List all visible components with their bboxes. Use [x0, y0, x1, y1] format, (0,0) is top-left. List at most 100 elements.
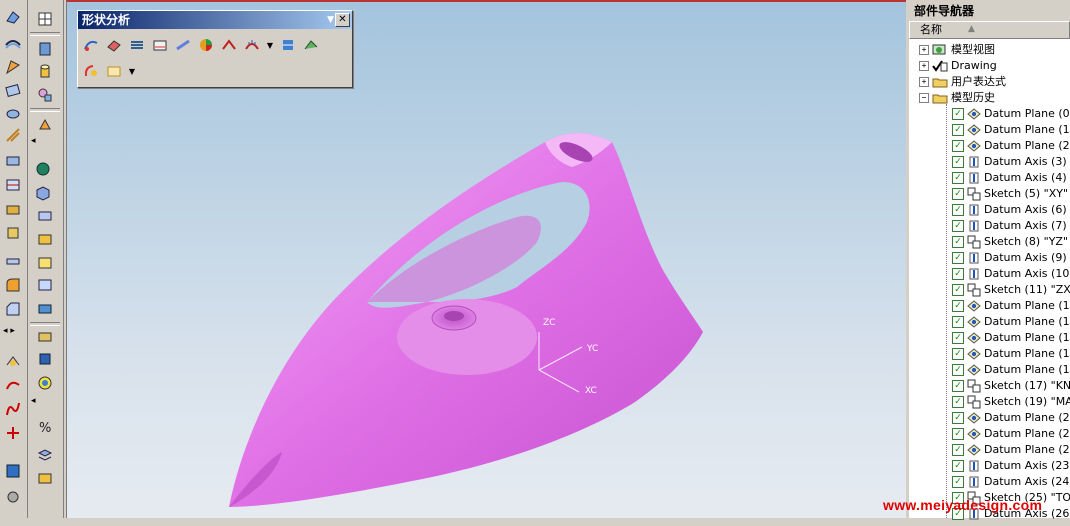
through-curves-icon[interactable]: [4, 34, 22, 52]
tree-node[interactable]: + 用户表达式: [919, 74, 1006, 90]
swept-icon[interactable]: [4, 58, 22, 76]
history-item[interactable]: ✓ Datum Plane (15): [952, 346, 1070, 362]
history-item[interactable]: ✓ Datum Plane (20): [952, 410, 1070, 426]
visibility-checkbox[interactable]: ✓: [952, 108, 964, 120]
visibility-checkbox[interactable]: ✓: [952, 172, 964, 184]
face-curvature-icon[interactable]: [151, 36, 169, 54]
visibility-checkbox[interactable]: ✓: [952, 348, 964, 360]
visibility-checkbox[interactable]: ✓: [952, 204, 964, 216]
patch-icon[interactable]: [4, 224, 22, 242]
reflection-icon[interactable]: [174, 36, 192, 54]
history-item[interactable]: ✓ Sketch (19) "MAIN: [952, 394, 1070, 410]
visibility-checkbox[interactable]: ✓: [952, 460, 964, 472]
visibility-checkbox[interactable]: ✓: [952, 284, 964, 296]
visibility-checkbox[interactable]: ✓: [952, 476, 964, 488]
toolbar-overflow-chevron-icon[interactable]: ◂ ▸: [3, 326, 15, 336]
visibility-checkbox[interactable]: ✓: [952, 364, 964, 376]
history-item[interactable]: ✓ Sketch (17) "KNOB: [952, 378, 1070, 394]
dropdown-arrow-icon[interactable]: ▼: [266, 36, 274, 54]
visibility-checkbox[interactable]: ✓: [952, 268, 964, 280]
history-item[interactable]: ✓ Datum Axis (3): [952, 154, 1067, 170]
section-curve-icon[interactable]: [4, 352, 22, 370]
analysis-display-icon[interactable]: [105, 62, 123, 80]
column-header-name[interactable]: 名称 ▲: [909, 21, 1070, 39]
book-icon[interactable]: [36, 40, 54, 58]
expand-icon[interactable]: +: [919, 45, 929, 55]
layout-icon[interactable]: [36, 10, 54, 28]
visibility-checkbox[interactable]: ✓: [952, 444, 964, 456]
trim-sheet-icon[interactable]: [4, 176, 22, 194]
visibility-checkbox[interactable]: ✓: [952, 412, 964, 424]
history-item[interactable]: ✓ Datum Plane (14): [952, 330, 1070, 346]
ruled-icon[interactable]: [4, 82, 22, 100]
history-item[interactable]: ✓ Datum Axis (4): [952, 170, 1067, 186]
slope-analysis-icon[interactable]: [220, 36, 238, 54]
extrude-icon[interactable]: [36, 116, 54, 134]
history-item[interactable]: ✓ Datum Plane (16): [952, 362, 1070, 378]
history-item[interactable]: ✓ Sketch (11) "ZX": [952, 282, 1070, 298]
unite-icon[interactable]: [36, 230, 54, 248]
history-item[interactable]: ✓ Datum Plane (2): [952, 138, 1070, 154]
collapse-icon[interactable]: −: [919, 93, 929, 103]
visibility-checkbox[interactable]: ✓: [952, 252, 964, 264]
history-item[interactable]: ✓ Sketch (8) "YZ": [952, 234, 1068, 250]
spline-icon[interactable]: [4, 400, 22, 418]
expand-icon[interactable]: +: [919, 77, 929, 87]
intersect-icon[interactable]: [36, 254, 54, 272]
chamfer-icon[interactable]: [4, 300, 22, 318]
toolbar-titlebar[interactable]: 形状分析 ▼ ✕: [78, 11, 352, 29]
blend-icon[interactable]: [4, 276, 22, 294]
tree-node[interactable]: − 模型历史: [919, 90, 995, 106]
visibility-checkbox[interactable]: ✓: [952, 316, 964, 328]
surface-icon[interactable]: [4, 8, 22, 26]
history-item[interactable]: ✓ Datum Plane (21): [952, 426, 1070, 442]
visibility-checkbox[interactable]: ✓: [952, 188, 964, 200]
tree-node[interactable]: + 模型视图: [919, 42, 995, 58]
layer-icon[interactable]: [36, 446, 54, 464]
distance-analysis-icon[interactable]: [279, 36, 297, 54]
visibility-checkbox[interactable]: ✓: [952, 332, 964, 344]
percent-icon[interactable]: %: [36, 418, 54, 436]
color-map-icon[interactable]: [197, 36, 215, 54]
history-item[interactable]: ✓ Datum Plane (12): [952, 298, 1070, 314]
part-navigator[interactable]: 部件导航器 名称 ▲ + 模型视图 + Drawing + 用户表达式 − 模型历史 ✓ Datum…: [906, 0, 1070, 520]
surface-analysis-icon[interactable]: [105, 36, 123, 54]
toolbar-overflow-chevron-icon[interactable]: ◂: [31, 136, 36, 146]
visibility-checkbox[interactable]: ✓: [952, 140, 964, 152]
curve-tool-icon[interactable]: [4, 376, 22, 394]
curve-analysis-icon[interactable]: [82, 36, 100, 54]
visibility-checkbox[interactable]: ✓: [952, 380, 964, 392]
analysis-settings-icon[interactable]: [82, 62, 100, 80]
hollow-icon[interactable]: [36, 276, 54, 294]
history-item[interactable]: ✓ Datum Axis (6): [952, 202, 1067, 218]
visibility-checkbox[interactable]: ✓: [952, 124, 964, 136]
deviation-icon[interactable]: [302, 36, 320, 54]
visibility-checkbox[interactable]: ✓: [952, 220, 964, 232]
pattern-icon[interactable]: [36, 300, 54, 318]
subtract-icon[interactable]: [36, 206, 54, 224]
visibility-checkbox[interactable]: ✓: [952, 300, 964, 312]
toolbar-menu-dropdown-icon[interactable]: ▼: [327, 11, 334, 29]
visibility-checkbox[interactable]: ✓: [952, 428, 964, 440]
analysis-icon[interactable]: [4, 488, 22, 506]
extension-icon[interactable]: [4, 126, 22, 144]
measure-icon[interactable]: [36, 374, 54, 392]
history-item[interactable]: ✓ Datum Plane (0): [952, 106, 1070, 122]
history-item[interactable]: ✓ Datum Axis (23): [952, 458, 1070, 474]
visibility-checkbox[interactable]: ✓: [952, 156, 964, 168]
shape-analysis-toolbar[interactable]: 形状分析 ▼ ✕ ▼ ▼: [77, 10, 353, 88]
sort-arrow-icon[interactable]: ▲: [968, 22, 975, 37]
close-icon[interactable]: ✕: [335, 13, 350, 27]
visibility-checkbox[interactable]: ✓: [952, 236, 964, 248]
tree-node[interactable]: + Drawing: [919, 58, 997, 74]
history-item[interactable]: ✓ Datum Axis (24): [952, 474, 1070, 490]
cylinder-icon[interactable]: [36, 62, 54, 80]
render-icon[interactable]: [4, 462, 22, 480]
display-icon[interactable]: [36, 470, 54, 488]
feature-icon[interactable]: [34, 160, 52, 178]
bounded-plane-icon[interactable]: [4, 104, 22, 122]
section-analysis-icon[interactable]: [128, 36, 146, 54]
transform-icon[interactable]: [36, 86, 54, 104]
offset-surface-icon[interactable]: [4, 152, 22, 170]
history-item[interactable]: ✓ Datum Axis (10): [952, 266, 1070, 282]
